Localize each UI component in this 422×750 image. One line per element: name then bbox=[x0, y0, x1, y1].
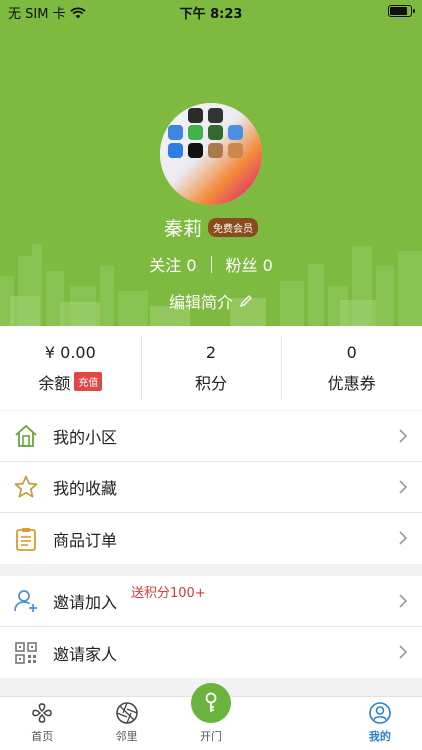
status-bar: 无 SIM 卡 下午 8:23 bbox=[0, 0, 422, 22]
menu-item-invite-family[interactable]: 邀请家人 bbox=[0, 627, 422, 678]
points-label: 积分 bbox=[195, 373, 228, 393]
tab-neighbors[interactable]: 邻里 bbox=[84, 697, 168, 750]
key-icon bbox=[205, 692, 217, 712]
pencil-icon bbox=[239, 295, 252, 308]
tab-mine[interactable]: 我的 bbox=[338, 697, 422, 750]
add-user-icon bbox=[12, 587, 40, 615]
menu-item-my-favorites[interactable]: 我的收藏 bbox=[0, 462, 422, 513]
qr-code-icon bbox=[12, 639, 40, 667]
fans-label: 粉丝 bbox=[225, 256, 258, 275]
coupons-value: 0 bbox=[346, 342, 357, 362]
balance-value: ¥ 0.00 bbox=[44, 342, 96, 362]
clipboard-icon bbox=[12, 525, 40, 553]
menu-label: 我的收藏 bbox=[53, 479, 118, 498]
fans-stat[interactable]: 粉丝 0 bbox=[226, 252, 273, 276]
menu-item-my-community[interactable]: 我的小区 bbox=[0, 411, 422, 462]
tab-empty-slot bbox=[253, 697, 337, 750]
edit-bio-label: 编辑简介 bbox=[168, 293, 233, 312]
menu-item-invite-join[interactable]: 邀请加入 送积分100+ bbox=[0, 576, 422, 627]
avatar[interactable] bbox=[160, 103, 262, 205]
edit-bio-button[interactable]: 编辑简介 bbox=[0, 289, 422, 313]
divider bbox=[210, 255, 212, 273]
follow-stat[interactable]: 关注 0 bbox=[149, 252, 196, 276]
points-stat[interactable]: 2 积分 bbox=[140, 326, 282, 410]
chevron-right-icon bbox=[399, 531, 408, 545]
follow-count: 0 bbox=[186, 256, 197, 275]
house-icon bbox=[12, 422, 40, 450]
follow-row: 关注 0 粉丝 0 bbox=[0, 252, 422, 276]
balance-stat[interactable]: ¥ 0.00 余额 充值 bbox=[0, 326, 141, 410]
menu-label: 商品订单 bbox=[53, 530, 118, 550]
tab-label: 邻里 bbox=[115, 730, 138, 743]
home-grid-icon bbox=[32, 703, 52, 723]
chevron-right-icon bbox=[399, 594, 408, 608]
account-stats: ¥ 0.00 余额 充值 2 积分 0 优惠券 bbox=[0, 326, 422, 410]
battery-icon bbox=[388, 5, 415, 17]
coupons-stat[interactable]: 0 优惠券 bbox=[281, 326, 422, 410]
menu-group-account: 我的小区 我的收藏 商品订单 bbox=[0, 411, 422, 564]
points-value: 2 bbox=[205, 342, 217, 362]
tab-label: 首页 bbox=[31, 730, 54, 743]
chevron-right-icon bbox=[399, 645, 408, 659]
status-time: 下午 8:23 bbox=[179, 7, 243, 22]
chevron-right-icon bbox=[399, 429, 408, 443]
promo-text: 送积分100+ bbox=[131, 586, 206, 601]
open-door-button[interactable] bbox=[191, 683, 231, 723]
recharge-button[interactable]: 充值 bbox=[74, 372, 103, 391]
menu-label: 邀请加入 bbox=[53, 593, 118, 612]
fans-count: 0 bbox=[262, 256, 273, 275]
tab-home[interactable]: 首页 bbox=[0, 697, 84, 750]
member-badge: 免费会员 bbox=[208, 218, 258, 237]
star-icon bbox=[12, 473, 40, 501]
profile-screen: 无 SIM 卡 下午 8:23 秦莉 免费会员 关注 0 粉丝 0 编辑简介 ¥… bbox=[0, 0, 422, 750]
follow-label: 关注 bbox=[149, 256, 182, 275]
name-row: 秦莉 免费会员 bbox=[0, 214, 422, 241]
profile-header: 无 SIM 卡 下午 8:23 秦莉 免费会员 关注 0 粉丝 0 编辑简介 bbox=[0, 0, 422, 326]
coupons-label: 优惠券 bbox=[327, 373, 376, 393]
tab-label: 开门 bbox=[200, 730, 223, 743]
aperture-icon bbox=[115, 702, 138, 724]
chevron-right-icon bbox=[399, 480, 408, 494]
user-name: 秦莉 bbox=[163, 218, 202, 240]
menu-group-invite: 邀请加入 送积分100+ 邀请家人 bbox=[0, 576, 422, 678]
menu-label: 邀请家人 bbox=[53, 644, 118, 664]
menu-item-product-orders[interactable]: 商品订单 bbox=[0, 513, 422, 564]
user-circle-icon bbox=[369, 702, 391, 724]
menu-label: 我的小区 bbox=[53, 428, 118, 447]
balance-label: 余额 bbox=[38, 373, 71, 393]
tab-label: 我的 bbox=[368, 730, 391, 743]
